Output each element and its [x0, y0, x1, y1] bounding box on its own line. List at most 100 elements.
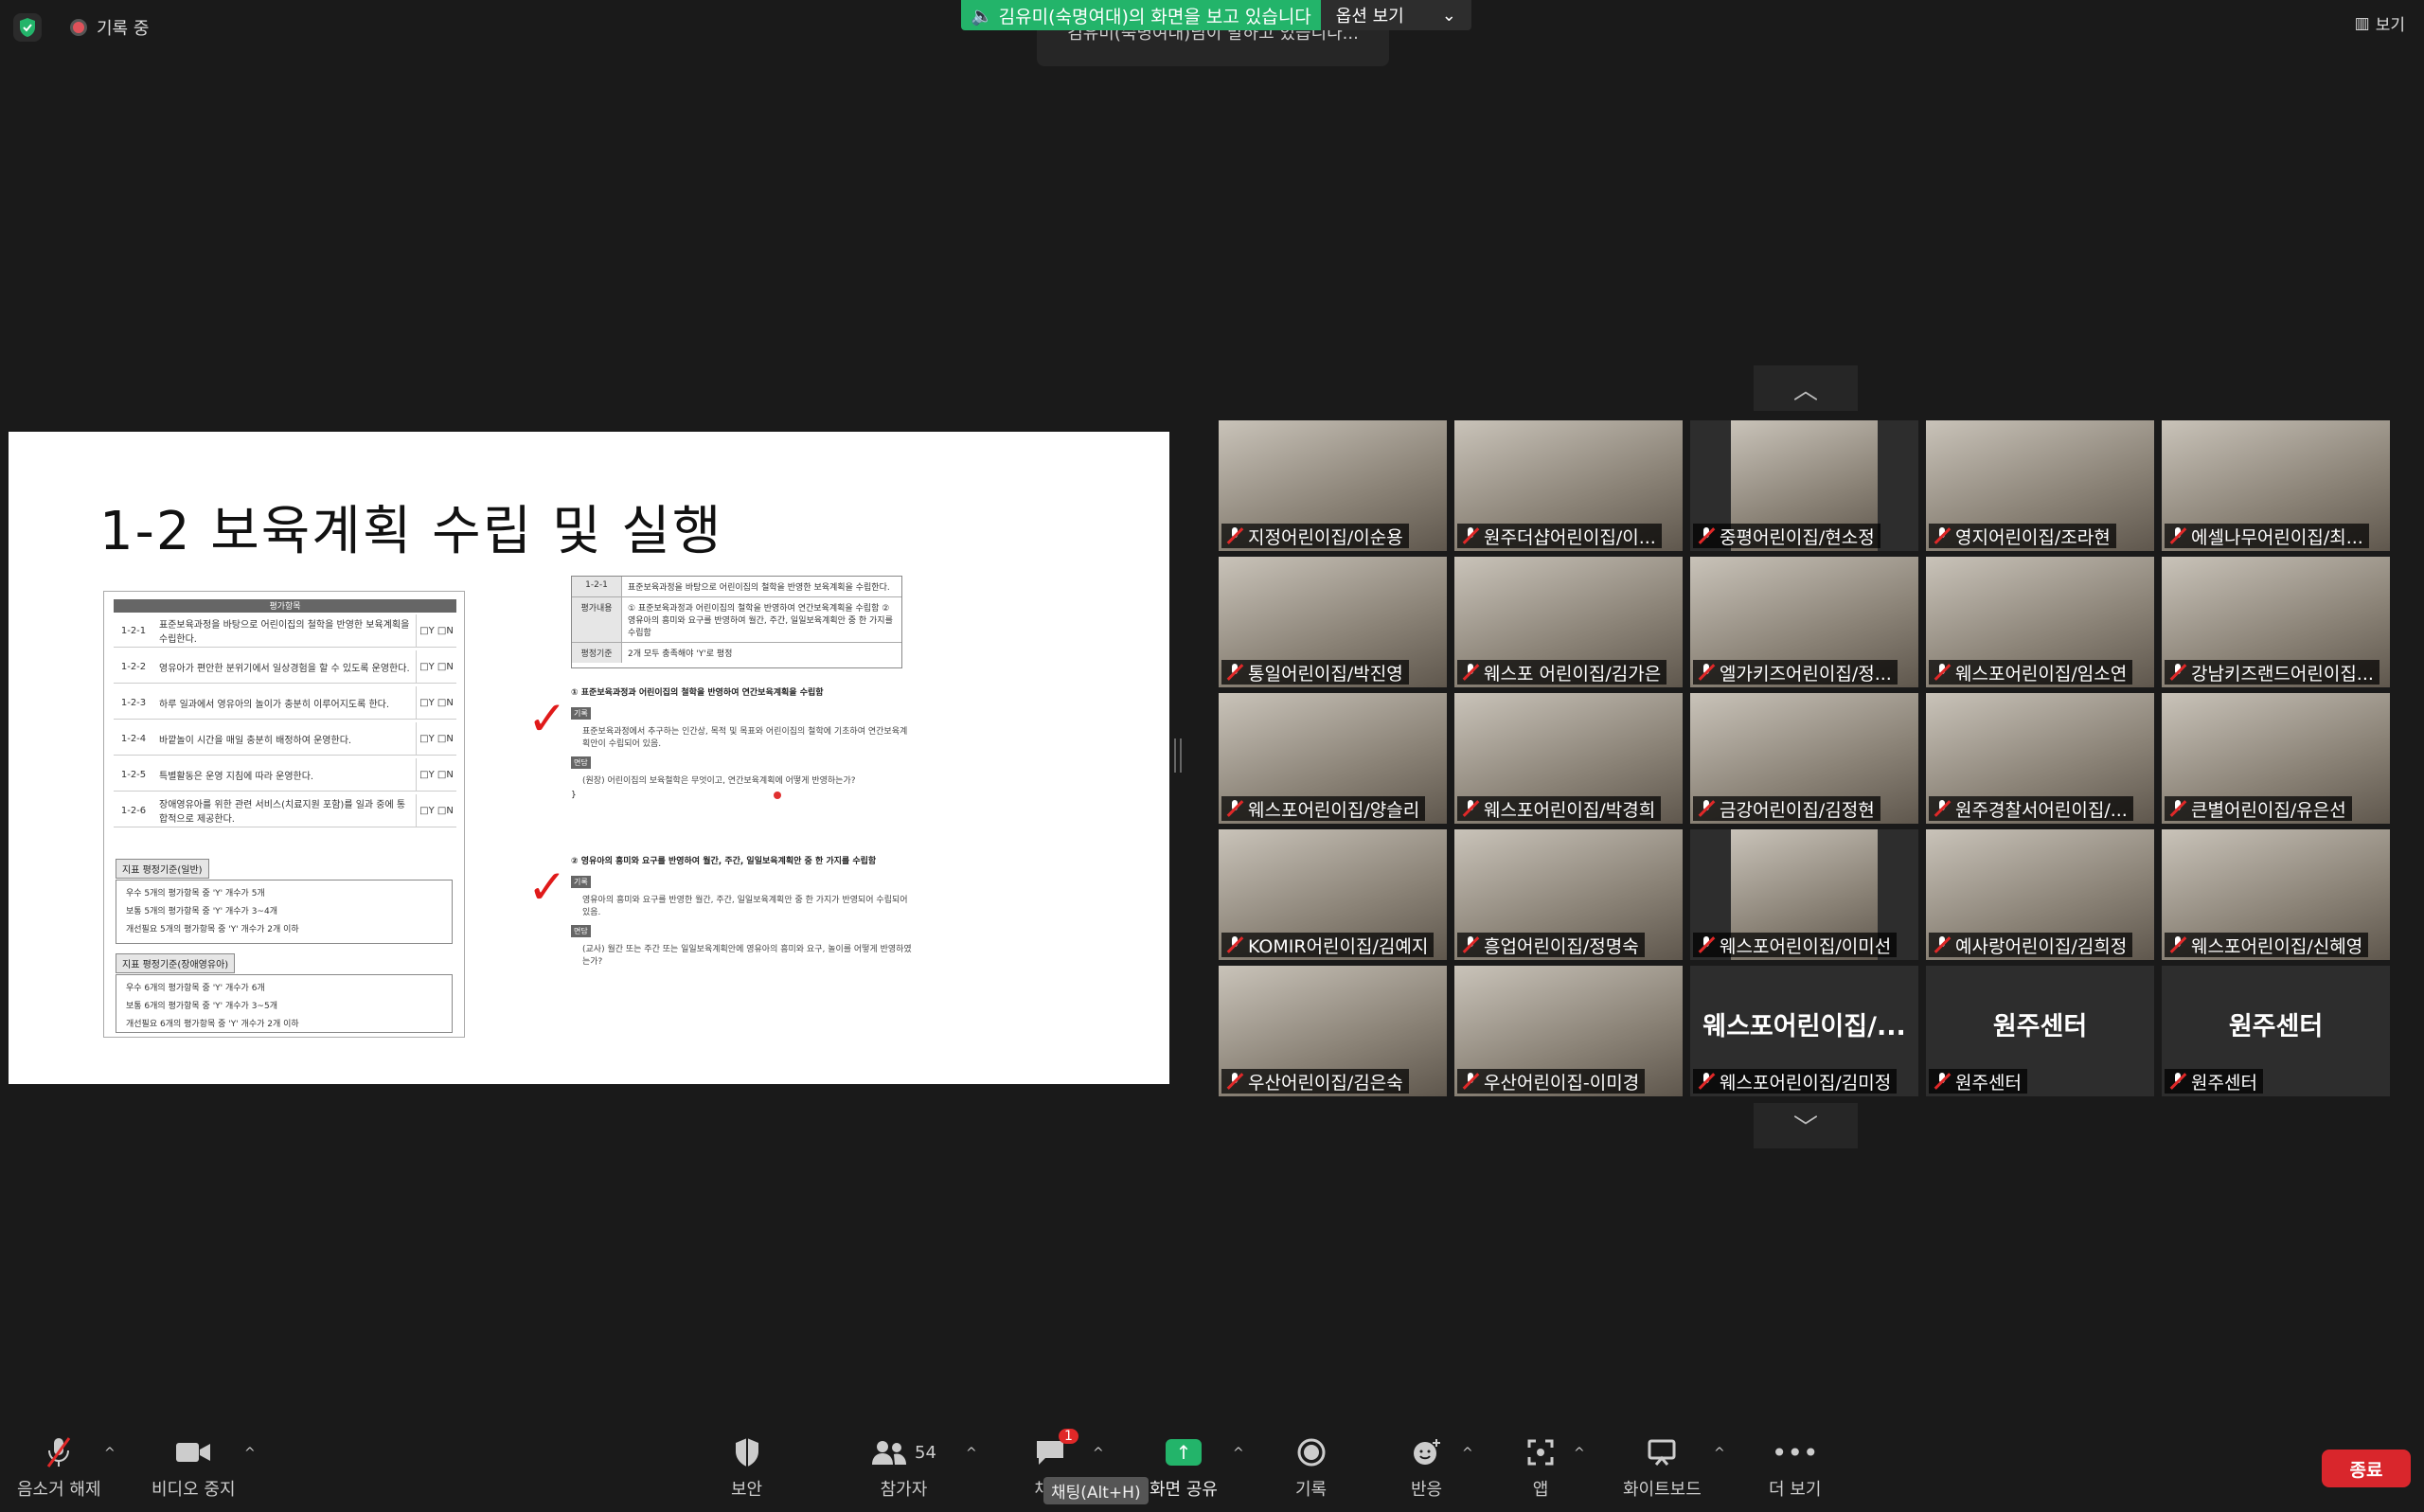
reactions-options-caret[interactable]: ^: [1462, 1446, 1473, 1461]
smiley-plus-icon: [1412, 1434, 1442, 1470]
participant-tile[interactable]: 지정어린이집/이순용: [1219, 420, 1447, 551]
more-button[interactable]: ••• 더 보기: [1769, 1434, 1821, 1501]
view-button[interactable]: ▥ 보기: [2354, 11, 2405, 36]
muted-microphone-icon: [1463, 527, 1478, 544]
criteria-disabled-box: 우수 6개의 평가항목 중 'Y' 개수가 6개 보통 6개의 평가항목 중 '…: [116, 974, 453, 1033]
participant-tile[interactable]: 웨스포어린이집/양슬리: [1219, 693, 1447, 824]
pointer-dot: [774, 792, 781, 799]
shield-icon: [734, 1434, 760, 1470]
view-options-button[interactable]: 옵션 보기 ⌄: [1320, 0, 1471, 30]
participant-name: 원주더샵어린이집/이...: [1484, 526, 1656, 548]
participants-options-caret[interactable]: ^: [966, 1446, 977, 1461]
chevron-down-icon: ﹀: [1792, 1113, 1818, 1143]
apps-options-caret[interactable]: ^: [1574, 1446, 1585, 1461]
participant-tile[interactable]: 중평어린이집/현소정: [1690, 420, 1918, 551]
reactions-button[interactable]: 반응: [1411, 1434, 1442, 1501]
criteria-general-box: 우수 5개의 평가항목 중 'Y' 개수가 5개 보통 5개의 평가항목 중 '…: [116, 880, 453, 944]
participant-tile[interactable]: 흥업어린이집/정명숙: [1454, 829, 1683, 960]
criteria-line: 우수 6개의 평가항목 중 'Y' 개수가 6개: [126, 984, 265, 993]
participant-tile[interactable]: 웨스포어린이집/... 웨스포어린이집/김미정: [1690, 966, 1918, 1096]
muted-microphone-icon: [1227, 1073, 1242, 1090]
muted-microphone-icon: [1934, 664, 1950, 681]
video-camera-icon: [175, 1434, 211, 1470]
participant-name-label: 큰별어린이집/유은선: [2165, 796, 2352, 821]
row-code: 1-2-2: [120, 661, 147, 672]
share-screen-icon: ↑: [1165, 1434, 1202, 1470]
participant-tile[interactable]: 웨스포어린이집/박경희: [1454, 693, 1683, 824]
participant-name: 웨스포어린이집/박경희: [1484, 799, 1656, 821]
grid-view-icon: ▥: [2354, 13, 2370, 33]
whiteboard-options-caret[interactable]: ^: [1714, 1446, 1725, 1461]
share-options-caret[interactable]: ^: [1233, 1446, 1244, 1461]
participant-name-label: 원주경찰서어린이집/...: [1929, 796, 2133, 821]
end-meeting-button[interactable]: 종료: [2322, 1450, 2411, 1487]
security-button[interactable]: 보안: [731, 1434, 762, 1501]
view-label: 보기: [2375, 16, 2405, 35]
participant-name: 웨스포어린이집/이미선: [1720, 935, 1892, 957]
video-options-caret[interactable]: ^: [244, 1446, 256, 1461]
muted-microphone-icon: [2170, 664, 2185, 681]
split-drag-handle[interactable]: [1174, 738, 1182, 773]
participant-name-label: 웨스포어린이집/박경희: [1457, 796, 1662, 821]
record-label: 기록: [1295, 1480, 1328, 1500]
share-label: 화면 공유: [1150, 1480, 1218, 1500]
participant-tile[interactable]: KOMIR어린이집/김예지: [1219, 829, 1447, 960]
row-code: 1-2-3: [120, 697, 147, 708]
row-text: 바깥놀이 시간을 매일 충분히 배정하여 운영한다.: [159, 735, 352, 746]
participant-tile[interactable]: 원주센터 원주센터: [1926, 966, 2154, 1096]
participant-tile[interactable]: 강남키즈랜드어린이집...: [2162, 557, 2390, 687]
participant-tile[interactable]: 원주경찰서어린이집/...: [1926, 693, 2154, 824]
apps-button[interactable]: 앱: [1526, 1434, 1555, 1501]
section-1: ① 표준보육과정과 어린이집의 철학을 반영하여 연간보육계획을 수립함 기록 …: [571, 685, 912, 800]
participant-tile[interactable]: 우산어린이집-이미경: [1454, 966, 1683, 1096]
whiteboard-icon: [1647, 1434, 1677, 1470]
participant-display-name: 원주센터: [1992, 1012, 2088, 1041]
participant-tile[interactable]: 원주더샵어린이집/이...: [1454, 420, 1683, 551]
participant-name: 웨스포어린이집/임소연: [1955, 663, 2128, 685]
participant-tile[interactable]: 큰별어린이집/유은선: [2162, 693, 2390, 824]
stop-video-button[interactable]: 비디오 중지: [152, 1434, 236, 1501]
muted-microphone-icon: [1934, 936, 1950, 953]
whiteboard-button[interactable]: 화이트보드: [1623, 1434, 1702, 1501]
participant-tile[interactable]: 금강어린이집/김정현: [1690, 693, 1918, 824]
row-text: 영유아가 편안한 분위기에서 일상경험을 할 수 있도록 운영한다.: [159, 663, 410, 674]
participant-tile[interactable]: 영지어린이집/조라현: [1926, 420, 2154, 551]
gallery-prev-page-button[interactable]: ︿: [1754, 365, 1858, 411]
muted-microphone-icon: [1934, 800, 1950, 817]
participant-tile[interactable]: 엘가키즈어린이집/정...: [1690, 557, 1918, 687]
participant-tile[interactable]: 웨스포어린이집/신혜영: [2162, 829, 2390, 960]
chat-options-caret[interactable]: ^: [1093, 1446, 1104, 1461]
participant-tile[interactable]: 웨스포어린이집/이미선: [1690, 829, 1918, 960]
participant-tile[interactable]: 웨스포 어린이집/김가은: [1454, 557, 1683, 687]
participant-name: 영지어린이집/조라현: [1955, 526, 2111, 548]
interview-tag: 면담: [571, 756, 591, 770]
participant-tile[interactable]: 예사랑어린이집/김희정: [1926, 829, 2154, 960]
security-shield-icon[interactable]: [13, 13, 42, 42]
row-value: ① 표준보육과정과 어린이집의 철학을 반영하여 연간보육계획을 수립함 ② 영…: [628, 604, 893, 638]
video-label: 비디오 중지: [152, 1480, 236, 1500]
criteria-disabled-tag: 지표 평정기준(장애영유아): [116, 953, 236, 973]
participant-tile[interactable]: 웨스포어린이집/임소연: [1926, 557, 2154, 687]
unmute-button[interactable]: 음소거 해제: [17, 1434, 101, 1501]
criteria-line: 우수 5개의 평가항목 중 'Y' 개수가 5개: [126, 889, 265, 898]
section-text: 표준보육과정에서 추구하는 인간상, 목적 및 목표와 어린이집의 철학에 기초…: [582, 727, 908, 749]
row-text: 표준보육과정을 바탕으로 어린이집의 철학을 반영한 보육계획을 수립한다.: [159, 620, 410, 645]
participants-button[interactable]: 54 참가자: [871, 1434, 936, 1501]
participant-tile[interactable]: 에셀나무어린이집/최...: [2162, 420, 2390, 551]
participant-name-label: 웨스포어린이집/이미선: [1693, 933, 1898, 957]
gallery-next-page-button[interactable]: ﹀: [1754, 1103, 1858, 1148]
share-screen-button[interactable]: ↑ 화면 공유: [1150, 1434, 1218, 1501]
participant-tile[interactable]: 우산어린이집/김은숙: [1219, 966, 1447, 1096]
participants-label: 참가자: [880, 1480, 928, 1500]
participants-icon: 54: [871, 1434, 936, 1470]
participant-name: 예사랑어린이집/김희정: [1955, 935, 2128, 957]
participant-name-label: 에셀나무어린이집/최...: [2165, 524, 2369, 548]
record-button[interactable]: 기록: [1295, 1434, 1327, 1501]
participant-tile[interactable]: 통일어린이집/박진영: [1219, 557, 1447, 687]
audio-options-caret[interactable]: ^: [104, 1446, 116, 1461]
row-value: 2개 모두 충족해야 'Y'로 평정: [628, 649, 733, 659]
participant-name: 강남키즈랜드어린이집...: [2191, 663, 2374, 685]
chat-bubble-icon: 1: [1034, 1429, 1078, 1470]
participant-tile[interactable]: 원주센터 원주센터: [2162, 966, 2390, 1096]
participant-name-label: 중평어린이집/현소정: [1693, 524, 1880, 548]
